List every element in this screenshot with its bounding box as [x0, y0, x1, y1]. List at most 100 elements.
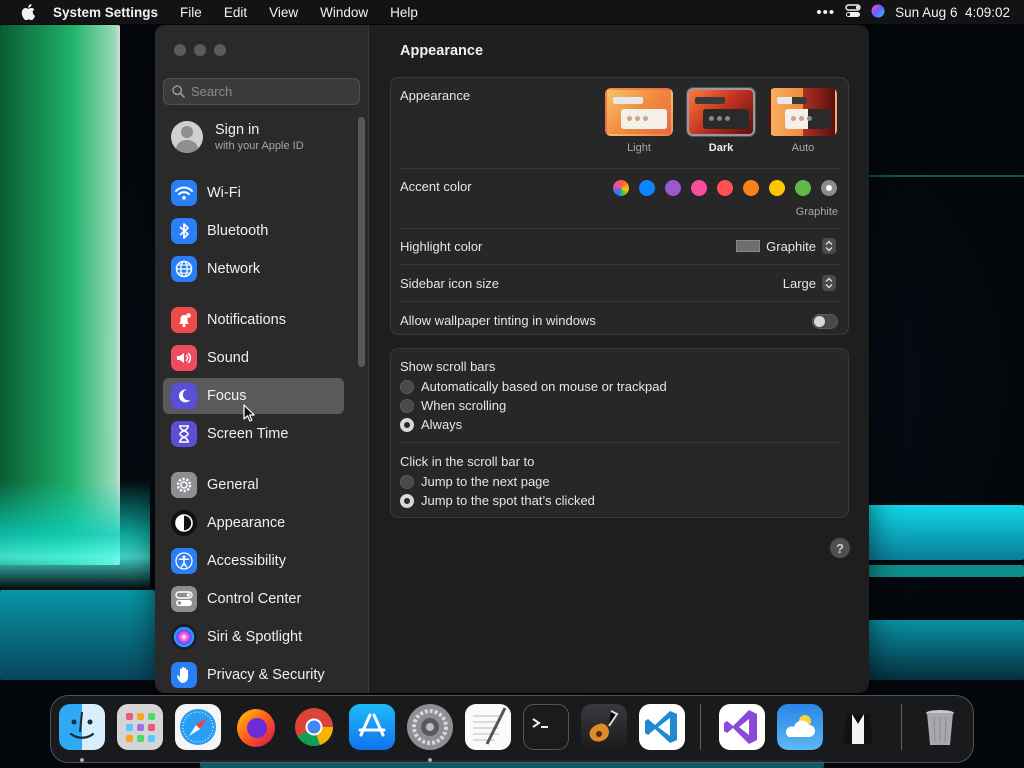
trash-icon[interactable] [917, 704, 963, 750]
sidebar-item-sound[interactable]: Sound [163, 340, 344, 376]
sidebar-item-label: General [207, 477, 259, 493]
menu-app-name[interactable]: System Settings [53, 5, 158, 20]
scroll-bars-option-automatic[interactable]: Automatically based on mouse or trackpad [400, 379, 667, 394]
content-pane: Appearance Appearance Light Dark Auto Ac… [370, 25, 869, 693]
sidebar-item-control-center[interactable]: Control Center [163, 581, 344, 617]
page-title: Appearance [400, 43, 484, 59]
visual-studio-icon[interactable] [719, 704, 765, 750]
siri-icon [171, 624, 197, 650]
radio-button[interactable] [400, 493, 414, 508]
accent-green[interactable] [795, 180, 811, 196]
sidebar-item-accessibility[interactable]: Accessibility [163, 543, 344, 579]
garageband-icon[interactable] [581, 704, 627, 750]
search-icon [172, 85, 185, 98]
sign-in-subtitle: with your Apple ID [215, 140, 304, 152]
chevron-updown-icon [822, 275, 836, 291]
accent-blue[interactable] [639, 180, 655, 196]
safari-icon[interactable] [175, 704, 221, 750]
wallpaper-tinting-toggle[interactable] [812, 314, 838, 329]
wifi-icon [171, 180, 197, 206]
sidebar-item-bluetooth[interactable]: Bluetooth [163, 213, 344, 249]
terminal-icon[interactable] [523, 704, 569, 750]
apple-menu-icon[interactable] [18, 4, 38, 20]
chevron-updown-icon [822, 238, 836, 254]
avatar [171, 121, 203, 153]
accent-red[interactable] [717, 180, 733, 196]
click-option-next-page[interactable]: Jump to the next page [400, 474, 550, 489]
appearance-option-light[interactable]: Light [604, 88, 674, 154]
more-dots-icon[interactable]: ••• [816, 4, 835, 21]
accent-graphite[interactable] [821, 180, 837, 196]
accent-purple[interactable] [665, 180, 681, 196]
appearance-option-label: Auto [791, 142, 815, 154]
firefox-icon[interactable] [233, 704, 279, 750]
zoom-button[interactable] [214, 44, 226, 56]
sidebar-item-privacy-security[interactable]: Privacy & Security [163, 657, 344, 693]
bell-icon [171, 307, 197, 333]
toggles-icon [171, 586, 197, 612]
control-center-icon[interactable] [845, 3, 861, 21]
radio-button[interactable] [400, 474, 414, 489]
help-button[interactable]: ? [830, 538, 850, 558]
accent-yellow[interactable] [769, 180, 785, 196]
tuxedo-icon[interactable] [835, 704, 881, 750]
app-store-icon[interactable] [349, 704, 395, 750]
close-button[interactable] [174, 44, 186, 56]
menu-edit[interactable]: Edit [224, 5, 247, 20]
scroll-bars-option-when-scrolling[interactable]: When scrolling [400, 398, 506, 413]
sidebar-icon-size-popup[interactable]: Large [783, 275, 836, 291]
sidebar-item-label: Bluetooth [207, 223, 269, 239]
sign-in-title: Sign in [215, 122, 260, 138]
radio-button[interactable] [400, 379, 414, 394]
appearance-option-dark[interactable]: Dark [686, 88, 756, 154]
accent-color-name: Graphite [795, 206, 838, 218]
click-option-spot-clicked[interactable]: Jump to the spot that’s clicked [400, 493, 595, 508]
appearance-option-auto[interactable]: Auto [768, 88, 838, 154]
sidebar-item-appearance[interactable]: Appearance [163, 505, 344, 541]
chrome-icon[interactable] [291, 704, 337, 750]
radio-button[interactable] [400, 398, 414, 413]
appearance-icon [171, 510, 197, 536]
launchpad-icon[interactable] [117, 704, 163, 750]
accent-orange[interactable] [743, 180, 759, 196]
sidebar-item-label: Appearance [207, 515, 286, 531]
search-input[interactable] [191, 84, 351, 99]
sidebar-item-label: Focus [207, 388, 247, 404]
sidebar-scrollbar[interactable] [358, 117, 365, 367]
wallpaper-tinting-label: Allow wallpaper tinting in windows [400, 313, 596, 328]
minimize-button[interactable] [194, 44, 206, 56]
highlight-color-label: Highlight color [400, 239, 483, 254]
textedit-icon[interactable] [465, 704, 511, 750]
sidebar: Sign in with your Apple ID Wi-Fi Bluetoo… [155, 25, 369, 693]
sidebar-item-notifications[interactable]: Notifications [163, 302, 344, 338]
system-settings-icon[interactable] [407, 704, 453, 750]
light-thumbnail [605, 88, 673, 136]
sidebar-item-siri-spotlight[interactable]: Siri & Spotlight [163, 619, 344, 655]
highlight-swatch [736, 240, 761, 252]
menu-view[interactable]: View [269, 5, 298, 20]
accent-pink[interactable] [691, 180, 707, 196]
highlight-color-popup[interactable]: Graphite [736, 238, 836, 254]
sidebar-item-general[interactable]: General [163, 467, 344, 503]
vscode-icon[interactable] [639, 704, 685, 750]
siri-icon[interactable] [871, 4, 885, 21]
accent-multicolor[interactable] [613, 180, 629, 196]
search-field[interactable] [163, 78, 360, 105]
sidebar-item-label: Wi-Fi [207, 185, 241, 201]
menu-help[interactable]: Help [390, 5, 418, 20]
menu-file[interactable]: File [180, 5, 202, 20]
weather-icon[interactable] [777, 704, 823, 750]
scroll-bars-option-always[interactable]: Always [400, 417, 462, 432]
radio-label: When scrolling [421, 398, 507, 413]
sidebar-item-wifi[interactable]: Wi-Fi [163, 175, 344, 211]
mouse-pointer-icon [243, 404, 255, 422]
menu-window[interactable]: Window [320, 5, 368, 20]
scroll-bar-settings-card: Show scroll bars Automatically based on … [390, 348, 849, 518]
moon-icon [171, 383, 197, 409]
radio-button[interactable] [400, 417, 414, 432]
sign-in-item[interactable]: Sign in with your Apple ID [171, 121, 304, 153]
system-settings-window: Sign in with your Apple ID Wi-Fi Bluetoo… [155, 25, 869, 693]
sidebar-item-network[interactable]: Network [163, 251, 344, 287]
clock[interactable]: Sun Aug 6 4:09:02 [895, 5, 1010, 20]
finder-icon[interactable] [59, 704, 105, 750]
